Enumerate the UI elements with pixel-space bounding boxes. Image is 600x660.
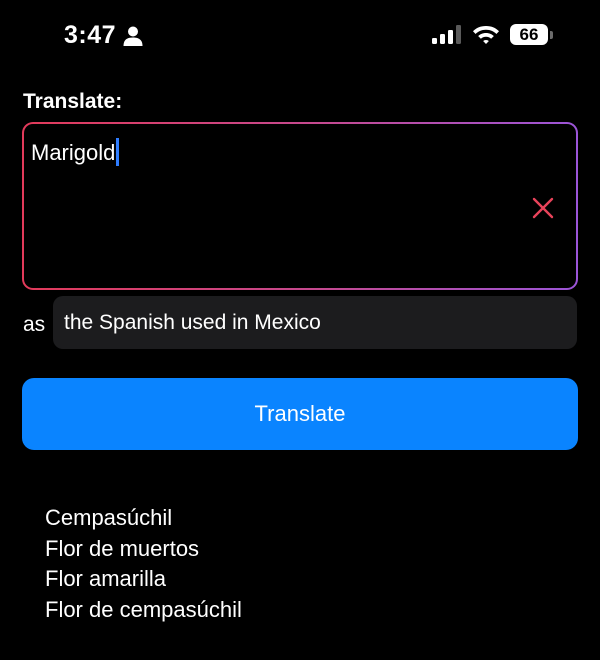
status-time: 3:47 [64,21,117,49]
status-bar: 3:47 66 [0,0,600,72]
battery-level: 66 [519,25,539,44]
result-item: Cempasúchil [45,505,173,530]
translate-label: Translate: [23,90,123,113]
translate-input-field[interactable]: Marigold [31,138,120,166]
cellular-signal-icon [432,25,461,44]
battery-cap [550,31,553,39]
translation-results: Cempasúchil Flor de muertos Flor amarill… [45,503,242,625]
translate-input-inner[interactable]: Marigold [24,124,576,288]
result-item: Flor de cempasúchil [45,596,242,622]
battery-icon: 66 [510,24,548,45]
wifi-icon [473,26,499,44]
translate-button[interactable]: Translate [22,378,578,450]
target-language-field[interactable]: the Spanish used in Mexico [53,296,577,349]
target-language-value: the Spanish used in Mexico [64,311,321,334]
result-item: Flor de muertos [45,535,200,561]
translate-input-value: Marigold [31,140,116,165]
result-item: Flor amarilla [45,566,167,591]
translate-input-box[interactable]: Marigold [22,122,578,290]
text-caret [116,138,120,166]
close-icon[interactable] [531,196,555,220]
as-label: as [23,313,46,336]
person-icon [123,26,143,46]
